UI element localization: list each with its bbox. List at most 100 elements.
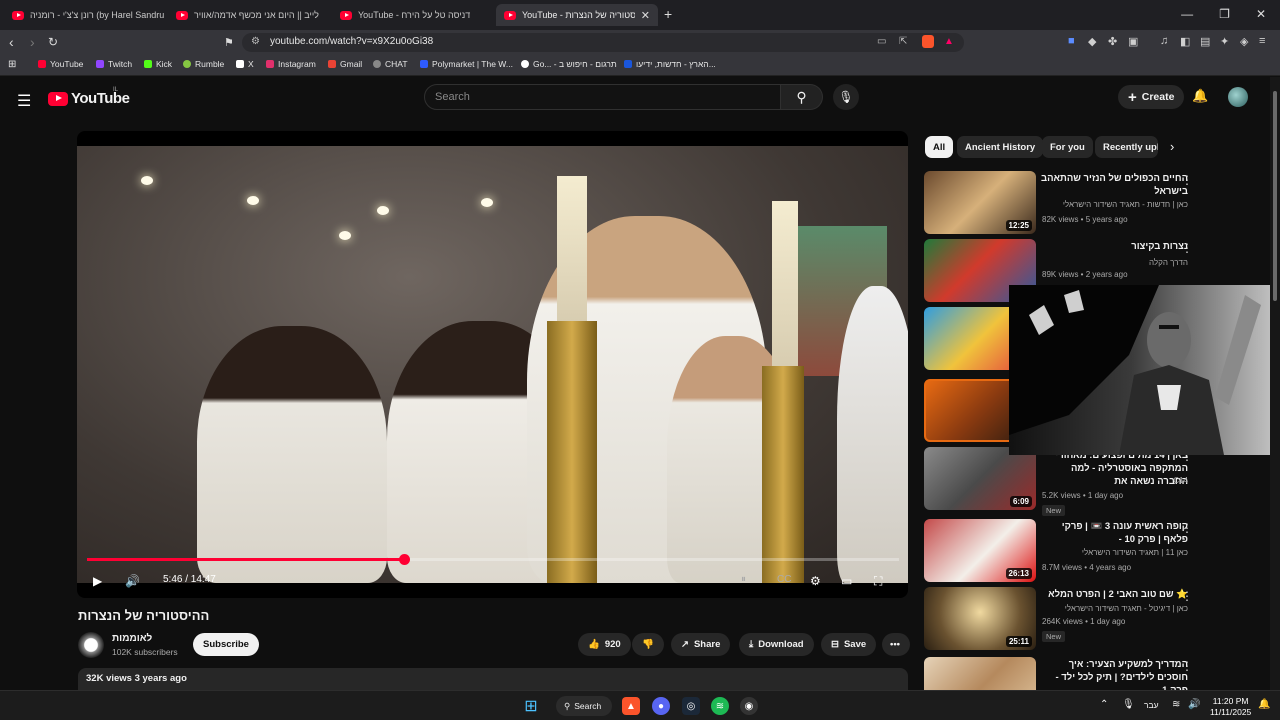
subscribe-button[interactable]: Subscribe bbox=[193, 633, 259, 656]
recommended-video[interactable]: המדריך למשקיע הצעיר: איך חוסכים לילדים? … bbox=[924, 657, 1264, 690]
theater-mode-icon[interactable]: ▭ bbox=[841, 574, 852, 588]
browser-tab[interactable]: לייב || היום אני מכשף אדמה/אוויר bbox=[168, 4, 328, 26]
extension-icon[interactable]: ▣ bbox=[1128, 35, 1138, 48]
chip-for-you[interactable]: For you bbox=[1042, 136, 1093, 158]
video-thumbnail[interactable] bbox=[924, 657, 1036, 690]
bookmark-item[interactable]: Instagram bbox=[266, 59, 316, 69]
extension-icon[interactable]: ◆ bbox=[1088, 35, 1096, 48]
rec-channel[interactable]: כאן 11 | תאגיד השידור הישראלי bbox=[1038, 548, 1188, 557]
site-info-icon[interactable]: ⚙ bbox=[251, 36, 260, 47]
recommended-video[interactable]: 25:11 ⭐ שם טוב האבי 2 | הפרט המלא כאן | … bbox=[924, 587, 1264, 651]
seek-bar-handle[interactable] bbox=[398, 554, 410, 565]
recommended-video[interactable]: 6:09 באן | 14 מתים ופצועים: מאחורי המתקפ… bbox=[924, 447, 1264, 516]
more-vertical-icon[interactable]: ⋮ bbox=[1181, 521, 1193, 535]
bookmark-item[interactable]: X bbox=[236, 59, 254, 69]
bookmark-item[interactable]: Gmail bbox=[328, 59, 362, 69]
bookmark-item[interactable]: CHAT bbox=[373, 59, 408, 69]
rec-title[interactable]: החיים הכפולים של הנזיר שהתאהב בישראל bbox=[1038, 172, 1188, 198]
dislike-button[interactable]: 👎 bbox=[632, 633, 664, 656]
bookmark-icon[interactable]: ⚑ bbox=[224, 36, 234, 49]
settings-gear-icon[interactable]: ⚙ bbox=[810, 574, 821, 588]
new-tab-icon[interactable]: + bbox=[664, 6, 672, 22]
bookmark-item[interactable]: Kick bbox=[144, 59, 172, 69]
bookmark-item[interactable]: Polymarket | The W... bbox=[420, 59, 513, 69]
youtube-logo[interactable]: YouTube IL bbox=[48, 87, 130, 107]
download-button[interactable]: ⤓ Download bbox=[739, 633, 814, 656]
forward-icon[interactable]: › bbox=[30, 34, 35, 50]
video-thumbnail[interactable]: 26:13 bbox=[924, 519, 1036, 582]
volume-icon[interactable]: 🔊 bbox=[1188, 699, 1200, 710]
cast-icon[interactable]: ▭ bbox=[877, 36, 886, 47]
video-thumbnail[interactable]: 25:11 bbox=[924, 587, 1036, 650]
microphone-icon[interactable]: 🎙 bbox=[1122, 699, 1135, 710]
back-icon[interactable]: ‹ bbox=[9, 34, 14, 50]
system-clock[interactable]: 11:20 PM 11/11/2025 bbox=[1210, 696, 1251, 718]
reload-icon[interactable]: ↻ bbox=[48, 35, 58, 49]
seek-bar[interactable] bbox=[87, 554, 899, 565]
extension-icon[interactable]: ■ bbox=[1068, 35, 1075, 47]
chip-all[interactable]: All bbox=[925, 136, 954, 158]
more-vertical-icon[interactable]: ⋮ bbox=[1181, 659, 1193, 673]
autoplay-toggle-icon[interactable]: ⏸ bbox=[741, 574, 746, 585]
rec-channel[interactable]: C14 bbox=[1038, 476, 1188, 485]
rec-title[interactable]: קופה ראשית עונה 3 📼 | פרקי פלאף | פרק 10… bbox=[1038, 520, 1188, 546]
like-button[interactable]: 👍 920 bbox=[578, 633, 631, 656]
video-thumbnail[interactable]: 6:09 bbox=[924, 447, 1036, 510]
apps-grid-icon[interactable]: ⊞ bbox=[8, 59, 16, 70]
bookmark-item[interactable]: Twitch bbox=[96, 59, 132, 69]
bookmark-item[interactable]: הארץ - חדשות, ידיעו... bbox=[624, 59, 716, 69]
save-button[interactable]: ⊟ Save bbox=[821, 633, 877, 656]
rec-title[interactable]: ⭐ שם טוב האבי 2 | הפרט המלא bbox=[1038, 588, 1188, 601]
page-scrollbar[interactable] bbox=[1270, 77, 1280, 690]
captions-icon[interactable]: CC bbox=[777, 574, 791, 585]
rec-title[interactable]: המדריך למשקיע הצעיר: איך חוסכים לילדים? … bbox=[1038, 658, 1188, 690]
url-field[interactable]: ⚙ youtube.com/watch?v=x9X2u0oGi38 ▭ ⇱ ▲ bbox=[242, 33, 964, 52]
search-button[interactable]: ⚲ bbox=[781, 84, 823, 110]
fullscreen-icon[interactable]: ⛶ bbox=[874, 574, 882, 589]
chip-ancient-history[interactable]: Ancient History bbox=[957, 136, 1044, 158]
browser-tab[interactable]: YouTube - דניסה טל על הירח bbox=[332, 4, 492, 26]
minimize-icon[interactable]: — bbox=[1181, 7, 1193, 21]
leo-ai-icon[interactable]: ✦ bbox=[1220, 35, 1229, 48]
discord-icon[interactable]: ● bbox=[652, 697, 670, 715]
browser-tab-active[interactable]: YouTube - ההיסטוריה של הנצרות ✕ bbox=[496, 4, 658, 26]
account-avatar[interactable] bbox=[1228, 87, 1248, 107]
media-icon[interactable]: ♫ bbox=[1160, 35, 1168, 47]
chevron-up-icon[interactable]: ⌃ bbox=[1100, 699, 1108, 710]
app-icon[interactable]: ◉ bbox=[740, 697, 758, 715]
rec-channel[interactable]: כאן | חדשות - תאגיד השידור הישראלי bbox=[1038, 200, 1188, 209]
scrollbar-thumb[interactable] bbox=[1273, 91, 1277, 301]
voice-search-button[interactable]: 🎙 bbox=[833, 84, 859, 110]
bookmark-item[interactable]: Go... - תרגום - חיפוש ב bbox=[521, 59, 617, 69]
brave-browser-icon[interactable]: ▲ bbox=[622, 697, 640, 715]
wallet-icon[interactable]: ▤ bbox=[1200, 35, 1210, 48]
more-vertical-icon[interactable]: ⋮ bbox=[1181, 173, 1193, 187]
guide-menu-icon[interactable]: ☰ bbox=[17, 91, 31, 111]
video-player[interactable]: ▶ 🔊 5:46 / 14:47 ⏸ CC ⚙ ▭ ⛶ bbox=[77, 131, 908, 598]
browser-tab[interactable]: רונן צ'צ'י - רומניה (by Harel Sandrusi) bbox=[4, 4, 164, 26]
channel-name[interactable]: לאוממות bbox=[112, 633, 152, 644]
search-input[interactable]: Search bbox=[424, 84, 781, 110]
menu-icon[interactable]: ≡ bbox=[1259, 35, 1265, 47]
taskbar-search[interactable]: ⚲ Search bbox=[556, 696, 612, 716]
restore-icon[interactable]: ❐ bbox=[1219, 7, 1230, 21]
bookmark-item[interactable]: YouTube bbox=[38, 59, 83, 69]
notifications-bell-icon[interactable]: 🔔 bbox=[1192, 88, 1208, 104]
rec-channel[interactable]: כאן | דיגיטל - תאגיד השידור הישראלי bbox=[1038, 604, 1188, 613]
steam-icon[interactable]: ◎ bbox=[682, 697, 700, 715]
brave-shields-icon[interactable] bbox=[922, 35, 934, 48]
more-vertical-icon[interactable]: ⋮ bbox=[1181, 589, 1193, 603]
channel-avatar[interactable] bbox=[78, 632, 104, 658]
close-tab-icon[interactable]: ✕ bbox=[641, 9, 650, 22]
share-button[interactable]: ↗ Share bbox=[671, 633, 731, 656]
recommended-video[interactable]: 26:13 קופה ראשית עונה 3 📼 | פרקי פלאף | … bbox=[924, 519, 1264, 583]
windows-start-icon[interactable]: ⊞ bbox=[522, 697, 540, 715]
rec-channel[interactable]: הדרך הקלה bbox=[1038, 258, 1188, 267]
vpn-icon[interactable]: ◈ bbox=[1240, 35, 1248, 48]
bookmark-item[interactable]: Rumble bbox=[183, 59, 224, 69]
volume-icon[interactable]: 🔊 bbox=[125, 574, 140, 588]
notification-icon[interactable]: 🔔 bbox=[1258, 699, 1270, 710]
rec-title[interactable]: נצרות בקיצור bbox=[1038, 240, 1188, 253]
chip-recently-uploaded[interactable]: Recently uploaded bbox=[1095, 136, 1158, 158]
chevron-right-icon[interactable]: › bbox=[1170, 139, 1174, 154]
